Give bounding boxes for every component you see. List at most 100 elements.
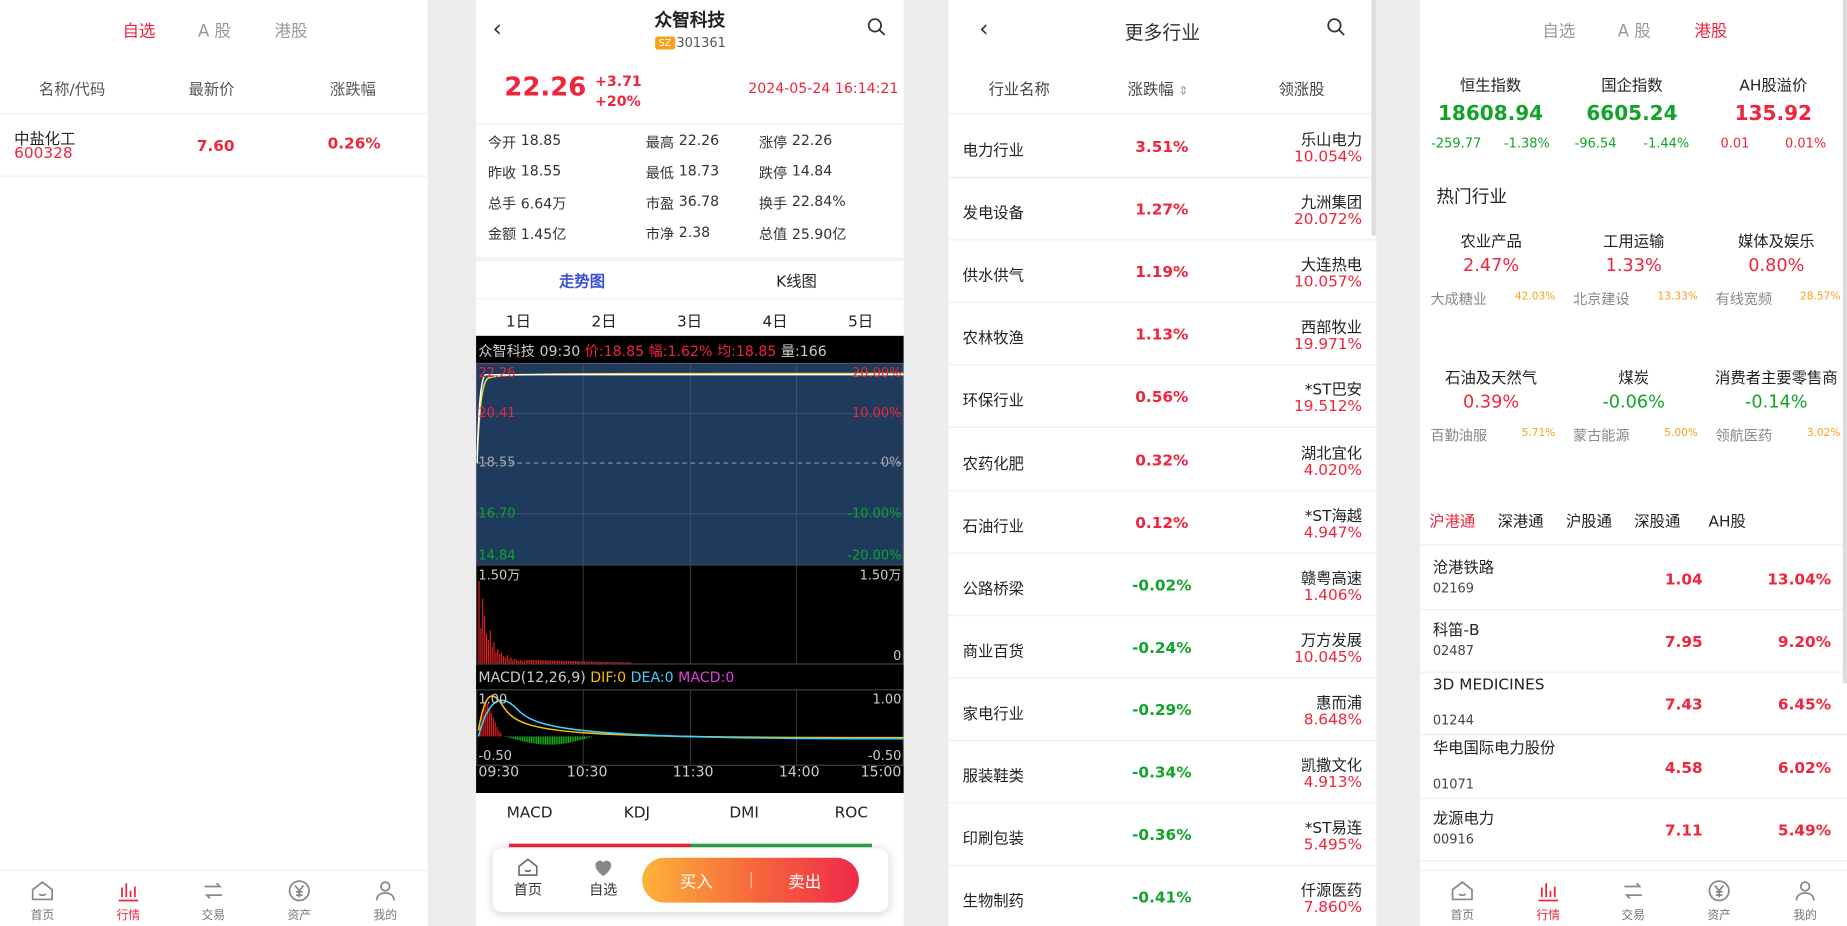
index-change-abs: 0.01 xyxy=(1720,135,1750,151)
nav-assets[interactable]: 资产 xyxy=(264,875,335,923)
table-row[interactable]: 发电设备 1.27% 九洲集团 20.072% xyxy=(948,178,1377,241)
table-row[interactable]: 家电行业 -0.29% 惠而浦 8.648% xyxy=(948,679,1377,742)
tab-indicator-kdj[interactable]: KDJ xyxy=(583,805,690,823)
tab-day-2[interactable]: 2日 xyxy=(562,309,647,331)
nav-home[interactable]: 首页 xyxy=(7,875,78,923)
leader-change: 8.648% xyxy=(1303,711,1363,730)
index-change-pct: -1.44% xyxy=(1643,135,1690,151)
tab-indicator-roc[interactable]: ROC xyxy=(798,805,904,823)
tab-connect-2[interactable]: 沪股通 xyxy=(1566,509,1612,532)
index-card[interactable]: AH股溢价 135.92 0.01 0.01% xyxy=(1703,73,1844,167)
macd-bar xyxy=(567,736,570,743)
scrollbar[interactable] xyxy=(1371,0,1377,236)
sector-change: -0.14% xyxy=(1745,391,1808,413)
nav-assets[interactable]: 资产 xyxy=(1684,875,1755,923)
table-row[interactable]: 沧港铁路 02169 1.04 13.04% xyxy=(1419,548,1847,611)
search-icon[interactable] xyxy=(1326,16,1347,37)
heart-icon xyxy=(595,860,612,877)
trade-buttons: 买入 卖出 xyxy=(642,857,859,903)
table-row[interactable]: 供水供气 1.19% 大连热电 10.057% xyxy=(948,241,1377,304)
table-row[interactable]: 华电国际电力股份 01071 4.58 6.02% xyxy=(1419,736,1847,799)
tab-a-shares[interactable]: A 股 xyxy=(198,19,231,43)
table-row[interactable]: 电力行业 3.51% 乐山电力 10.054% xyxy=(948,115,1377,178)
sector-card[interactable]: 消费者主要零售商 -0.14% 领航医药 3.02% xyxy=(1705,365,1847,459)
tab-day-3[interactable]: 3日 xyxy=(647,309,732,331)
table-row[interactable]: 农药化肥 0.32% 湖北宜化 4.020% xyxy=(948,428,1377,491)
volume-bar xyxy=(606,662,609,664)
tab-day-1[interactable]: 1日 xyxy=(476,309,561,331)
nav-trade[interactable]: 交易 xyxy=(1598,875,1669,923)
nav-market[interactable]: 行情 xyxy=(93,875,164,923)
nav-home[interactable]: 首页 xyxy=(1427,875,1498,923)
tab-indicator-macd[interactable]: MACD xyxy=(476,805,583,823)
y-tick: 20.41 xyxy=(478,405,516,421)
sector-leader: 领航医药 xyxy=(1715,427,1773,445)
stat-value: 22.26 xyxy=(678,131,720,149)
tab-hk-stocks[interactable]: 港股 xyxy=(275,19,308,43)
sell-button[interactable]: 卖出 xyxy=(751,870,859,894)
table-row[interactable]: 龙源电力 00916 7.11 5.49% xyxy=(1419,799,1847,862)
tab-connect-1[interactable]: 深港通 xyxy=(1498,509,1544,532)
tab-indicator-dmi[interactable]: DMI xyxy=(690,805,797,823)
sector-card[interactable]: 工用运输 1.33% 北京建设 13.33% xyxy=(1562,229,1705,323)
action-favorite[interactable]: 自选 xyxy=(577,855,629,899)
tab-connect-4[interactable]: AH股 xyxy=(1709,509,1746,532)
volume-bar xyxy=(612,662,614,664)
buy-button[interactable]: 买入 xyxy=(642,870,750,894)
tab-day-4[interactable]: 4日 xyxy=(733,309,818,331)
time-tick: 09:30 xyxy=(478,763,520,781)
volume-bar xyxy=(536,660,538,664)
macd-bar xyxy=(523,736,525,742)
tab-watchlist[interactable]: 自选 xyxy=(1542,19,1575,43)
nav-market[interactable]: 行情 xyxy=(1513,875,1584,923)
header-change[interactable]: 涨跌幅 ⇕ xyxy=(1128,77,1189,99)
macd-bot: -0.50 xyxy=(478,748,512,764)
table-row[interactable]: 3D MEDICINES 01244 7.43 6.45% xyxy=(1419,673,1847,736)
tab-intraday[interactable]: 走势图 xyxy=(523,269,641,291)
action-home[interactable]: 首页 xyxy=(502,855,554,899)
table-row[interactable]: 农林牧渔 1.13% 西部牧业 19.971% xyxy=(948,303,1377,366)
tab-connect-0[interactable]: 沪港通 xyxy=(1429,509,1475,532)
tab-hk-stocks[interactable]: 港股 xyxy=(1694,19,1727,43)
volume-bar xyxy=(594,661,596,664)
sector-card[interactable]: 媒体及娱乐 0.80% 有线宽频 28.57% xyxy=(1705,229,1847,323)
sector-leader-change: 5.00% xyxy=(1664,427,1698,440)
table-row[interactable]: 印刷包装 -0.36% *ST易连 5.495% xyxy=(948,804,1377,867)
volume-bar xyxy=(628,662,630,664)
tab-connect-3[interactable]: 深股通 xyxy=(1634,509,1680,532)
table-row[interactable]: 石油行业 0.12% *ST海越 4.947% xyxy=(948,491,1377,554)
table-row[interactable]: 科笛-B 02487 7.95 9.20% xyxy=(1419,611,1847,674)
tab-a-shares[interactable]: A 股 xyxy=(1618,19,1651,43)
table-row[interactable]: 生物制药 -0.41% 仟源医药 7.860% xyxy=(949,866,1377,926)
table-row[interactable]: 服装鞋类 -0.34% 凯撒文化 4.913% xyxy=(948,741,1377,804)
tab-day-5[interactable]: 5日 xyxy=(818,309,903,331)
scrollbar[interactable] xyxy=(1842,0,1847,684)
sector-card[interactable]: 农业产品 2.47% 大成糖业 42.03% xyxy=(1420,229,1563,323)
nav-trade[interactable]: 交易 xyxy=(178,875,249,923)
table-row[interactable]: 公路桥梁 -0.02% 赣粤高速 1.406% xyxy=(948,553,1377,616)
volume-bar xyxy=(592,661,594,664)
table-row[interactable]: 环保行业 0.56% *ST巴安 19.512% xyxy=(948,366,1377,429)
volume-bar xyxy=(559,660,561,664)
search-icon[interactable] xyxy=(866,16,887,37)
leader-name: 凯撒文化 xyxy=(1300,757,1363,776)
sector-card[interactable]: 石油及天然气 0.39% 百勤油服 5.71% xyxy=(1420,365,1563,459)
leader-change: 20.072% xyxy=(1293,211,1363,229)
table-row[interactable]: 商业百货 -0.24% 万方发展 10.045% xyxy=(948,616,1377,679)
nav-mine[interactable]: 我的 xyxy=(350,875,421,923)
header-industry: 行业名称 xyxy=(988,81,1050,99)
chart-info: 众智科技 09:30 价:18.85 幅:1.62% 均:18.85 量:166 xyxy=(478,342,827,360)
index-card[interactable]: 恒生指数 18608.94 -259.77 -1.38% xyxy=(1420,73,1561,167)
volume-bar xyxy=(597,661,600,664)
tab-watchlist[interactable]: 自选 xyxy=(123,19,156,43)
list-item[interactable]: 中盐化工 600328 7.60 0.26% xyxy=(0,114,428,175)
index-card[interactable]: 国企指数 6605.24 -96.54 -1.44% xyxy=(1561,73,1702,167)
nav-mine[interactable]: 我的 xyxy=(1770,875,1841,923)
macd-bar xyxy=(537,736,540,745)
sector-change: -0.06% xyxy=(1602,391,1665,413)
macd-bar xyxy=(513,736,515,739)
y-tick-pct: -20.00% xyxy=(847,547,902,564)
tab-kline[interactable]: K线图 xyxy=(738,269,856,291)
volume-bar xyxy=(491,646,493,664)
sector-card[interactable]: 煤炭 -0.06% 蒙古能源 5.00% xyxy=(1562,365,1705,459)
